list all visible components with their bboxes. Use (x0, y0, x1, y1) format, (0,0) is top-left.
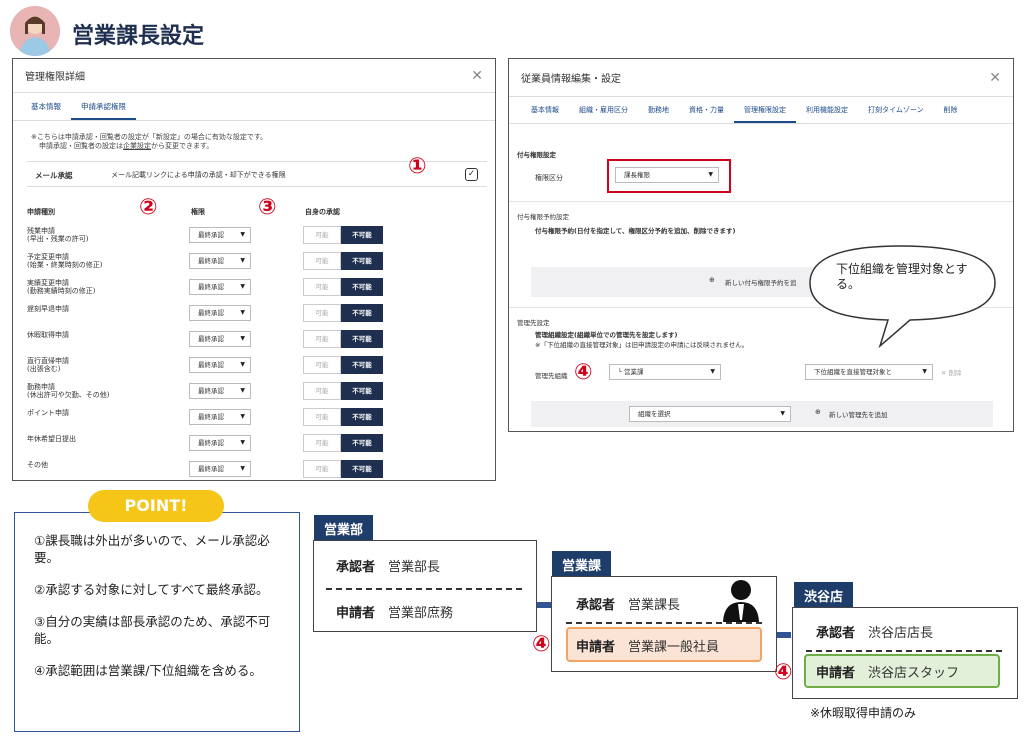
self-approval-toggle[interactable]: 可能 不可能 (303, 356, 383, 374)
section-reservation: 付与権限予約設定 (517, 213, 569, 221)
reservation-desc: 付与権限予約(日付を指定して、権限区分予約を追加、削除できます) (535, 227, 736, 235)
close-icon[interactable]: ✕ (989, 70, 1001, 86)
mail-approval-checkbox[interactable]: ✓ (465, 168, 478, 181)
request-type: 直行直帰申請 (出張含む) (27, 357, 69, 374)
manager-person-icon (723, 580, 759, 622)
tab-basic[interactable]: 基本情報 (521, 97, 569, 123)
self-approval-toggle[interactable]: 可能 不可能 (303, 382, 383, 400)
org-label: 管理先組織 (535, 372, 568, 380)
marker-4: ④ (574, 360, 593, 385)
permission-select[interactable]: 最終承認 (189, 253, 251, 269)
add-reservation-label: 新しい付与権限予約を追 (725, 279, 797, 287)
marker-4b: ④ (532, 632, 551, 657)
permission-select[interactable]: 最終承認 (189, 409, 251, 425)
section-grant-permission: 付与権限設定 (517, 151, 556, 159)
self-approval-toggle[interactable]: 可能 不可能 (303, 278, 383, 296)
footnote: ※休暇取得申請のみ (810, 706, 917, 720)
marker-4c: ④ (774, 660, 793, 685)
col-header-type: 申請種別 (27, 208, 55, 216)
tab-location[interactable]: 勤務地 (638, 97, 679, 123)
tab-timezone[interactable]: 打刻タイムゾーン (858, 97, 934, 123)
col-header-permission: 権限 (191, 208, 205, 216)
tab-features[interactable]: 利用機能設定 (796, 97, 858, 123)
marker-1: ① (408, 154, 427, 179)
permission-select[interactable]: 最終承認 (189, 461, 251, 477)
permission-select[interactable]: 最終承認 (189, 279, 251, 295)
tab-org[interactable]: 組織・雇用区分 (569, 97, 638, 123)
permission-select[interactable]: 最終承認 (189, 331, 251, 347)
avatar (10, 6, 60, 56)
role-select[interactable]: 課長権限 (615, 167, 719, 183)
close-icon[interactable]: ✕ (471, 68, 483, 84)
managed-org-desc: 管理組織設定(組織単位での管理先を設定します) (535, 331, 678, 339)
permission-select[interactable]: 最終承認 (189, 305, 251, 321)
request-type: 休暇取得申請 (27, 331, 69, 339)
request-type: 実績変更申請 (勤務実績時刻の修正) (27, 279, 96, 296)
permission-select[interactable]: 最終承認 (189, 435, 251, 451)
settings-note: ※こちらは申請承認・回覧者の設定が「新設定」の場合に有効な設定です。 申請承認・… (31, 133, 268, 151)
request-type: 予定変更申請 (始業・終業時刻の修正) (27, 253, 103, 270)
org-select[interactable]: └ 営業課 (609, 364, 721, 380)
point-list: ①課長職は外出が多いので、メール承認必要。 ②承認する対象に対してすべて最終承認… (34, 533, 271, 678)
request-type: ポイント申請 (27, 409, 69, 417)
org-choose-select[interactable]: 組織を選択 (629, 406, 791, 422)
self-approval-toggle[interactable]: 可能 不可能 (303, 304, 383, 322)
tab-admin-permission[interactable]: 管理権限設定 (734, 97, 796, 123)
shop-label: 渋谷店 (794, 582, 854, 609)
speech-bubble (809, 245, 996, 349)
plus-circle-icon: ⊕ (709, 276, 715, 284)
request-type: その他 (27, 461, 48, 469)
delete-link[interactable]: ✕ 削除 (941, 367, 962, 377)
tab-approval-permission[interactable]: 申請承認権限 (71, 93, 136, 120)
dept-label: 営業部 (314, 515, 374, 542)
tab-delete[interactable]: 削除 (934, 97, 968, 123)
tab-basic-info[interactable]: 基本情報 (21, 93, 71, 120)
self-approval-toggle[interactable]: 可能 不可能 (303, 434, 383, 452)
tab-qualification[interactable]: 資格・力量 (679, 97, 734, 123)
request-type: 年休希望日提出 (27, 435, 76, 443)
add-org-label[interactable]: 新しい管理先を追加 (829, 409, 888, 419)
managed-org-note: ※「下位組織の直接管理対象」は旧申請設定の申請には反映されません。 (535, 341, 749, 349)
self-approval-toggle[interactable]: 可能 不可能 (303, 408, 383, 426)
scope-select[interactable]: 下位組織を直接管理対象と (805, 364, 933, 380)
self-approval-toggle[interactable]: 可能 不可能 (303, 460, 383, 478)
bubble-text: 下位組織を管理対象とする。 (836, 262, 968, 291)
request-type: 遅刻早退申請 (27, 305, 69, 313)
self-approval-toggle[interactable]: 可能 不可能 (303, 226, 383, 244)
page-title: 営業課長設定 (72, 24, 205, 49)
self-approval-toggle[interactable]: 可能 不可能 (303, 252, 383, 270)
permission-select[interactable]: 最終承認 (189, 357, 251, 373)
sect-label: 営業課 (552, 551, 612, 578)
request-type: 残業申請 (早出・残業の許可) (27, 227, 89, 244)
add-org-bar: 組織を選択 ⊕ 新しい管理先を追加 (531, 401, 993, 427)
permission-detail-dialog: 管理権限詳細 ✕ 基本情報 申請承認権限 ※こちらは申請承認・回覧者の設定が「新設… (12, 58, 496, 481)
permission-select[interactable]: 最終承認 (189, 227, 251, 243)
dialog-title: 管理権限詳細 (25, 72, 85, 83)
plus-circle-icon: ⊕ (815, 408, 821, 416)
self-approval-toggle[interactable]: 可能 不可能 (303, 330, 383, 348)
marker-2: ② (139, 195, 158, 220)
section-managed-org: 管理先設定 (517, 319, 550, 327)
role-label: 権限区分 (535, 174, 563, 182)
permission-select[interactable]: 最終承認 (189, 383, 251, 399)
col-header-self-approval: 自身の承認 (305, 208, 340, 216)
dialog-title: 従業員情報編集・設定 (521, 74, 621, 85)
company-settings-link[interactable]: 企業設定 (123, 142, 151, 150)
request-type: 勤務申請 (休出許可や欠勤、その他) (27, 383, 110, 400)
point-badge: POINT! (88, 490, 224, 522)
marker-3: ③ (258, 195, 277, 220)
